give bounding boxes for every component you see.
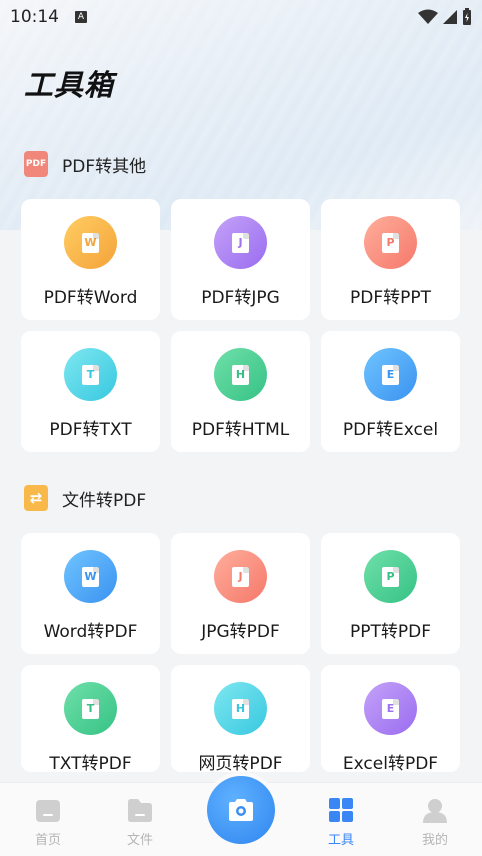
grid-icon bbox=[329, 798, 353, 822]
tool-card[interactable]: W PDF转Word bbox=[21, 199, 160, 320]
doc-letter: E bbox=[382, 364, 399, 385]
txt-doc-icon: T bbox=[64, 682, 117, 735]
tool-card[interactable]: T PDF转TXT bbox=[21, 331, 160, 452]
tool-card[interactable]: E PDF转Excel bbox=[321, 331, 460, 452]
tool-label: Excel转PDF bbox=[342, 754, 439, 774]
excel-doc-icon: E bbox=[364, 682, 417, 735]
tool-label: PDF转TXT bbox=[49, 420, 132, 440]
tool-card[interactable]: E Excel转PDF bbox=[321, 665, 460, 774]
tool-label: JPG转PDF bbox=[201, 622, 280, 642]
section-header-pdf-to-other: PDF PDF转其他 bbox=[24, 151, 146, 177]
tool-card[interactable]: W Word转PDF bbox=[21, 533, 160, 654]
tool-label: PDF转Word bbox=[43, 288, 138, 308]
tool-label: TXT转PDF bbox=[49, 754, 132, 774]
doc-letter: J bbox=[232, 232, 249, 253]
home-icon bbox=[36, 800, 60, 822]
tool-label: PPT转PDF bbox=[349, 622, 431, 642]
tab-tools[interactable]: 工具 bbox=[293, 783, 389, 856]
html-doc-icon: H bbox=[214, 348, 267, 401]
camera-icon bbox=[229, 799, 253, 821]
jpg-doc-icon: J bbox=[214, 550, 267, 603]
ppt-doc-icon: P bbox=[364, 550, 417, 603]
word-doc-icon: W bbox=[64, 216, 117, 269]
word-doc-icon: W bbox=[64, 550, 117, 603]
section-title: 文件转PDF bbox=[62, 490, 147, 511]
tool-card[interactable]: H 网页转PDF bbox=[171, 665, 310, 774]
camera-button[interactable] bbox=[207, 776, 275, 844]
pdf-icon-text: PDF bbox=[25, 159, 47, 169]
tool-label: PDF转HTML bbox=[191, 420, 290, 440]
tab-label: 文件 bbox=[126, 833, 153, 848]
wifi-icon bbox=[418, 9, 438, 24]
convert-file-icon: ⇄ bbox=[24, 485, 48, 511]
tool-card[interactable]: H PDF转HTML bbox=[171, 331, 310, 452]
tool-label: 网页转PDF bbox=[198, 754, 283, 774]
header-background bbox=[0, 0, 482, 230]
pdf-file-icon: PDF bbox=[24, 151, 48, 177]
convert-icon-glyph: ⇄ bbox=[29, 489, 43, 507]
status-time: 10:14 bbox=[10, 7, 59, 27]
tool-label: Word转PDF bbox=[43, 622, 138, 642]
battery-icon bbox=[463, 8, 471, 25]
tab-label: 工具 bbox=[327, 833, 354, 848]
folder-icon bbox=[128, 799, 152, 822]
tab-me[interactable]: 我的 bbox=[387, 783, 482, 856]
tool-card[interactable]: J PDF转JPG bbox=[171, 199, 310, 320]
doc-letter: P bbox=[382, 232, 399, 253]
status-bar: 10:14 A bbox=[0, 0, 482, 34]
tool-card[interactable]: P PPT转PDF bbox=[321, 533, 460, 654]
tab-label: 首页 bbox=[34, 833, 61, 848]
tool-card[interactable]: T TXT转PDF bbox=[21, 665, 160, 774]
tool-label: PDF转JPG bbox=[201, 288, 280, 308]
doc-letter: H bbox=[232, 364, 249, 385]
doc-letter: T bbox=[82, 698, 99, 719]
tool-label: PDF转Excel bbox=[342, 420, 439, 440]
user-icon bbox=[423, 799, 447, 823]
status-icons bbox=[418, 8, 472, 26]
tool-label: PDF转PPT bbox=[349, 288, 431, 308]
tab-label: 我的 bbox=[421, 833, 448, 848]
txt-doc-icon: T bbox=[64, 348, 117, 401]
section-header-file-to-pdf: ⇄ 文件转PDF bbox=[24, 485, 146, 511]
doc-letter: H bbox=[232, 698, 249, 719]
doc-letter: J bbox=[232, 566, 249, 587]
doc-letter: E bbox=[382, 698, 399, 719]
notification-a-icon: A bbox=[75, 11, 87, 23]
html-doc-icon: H bbox=[214, 682, 267, 735]
jpg-doc-icon: J bbox=[214, 216, 267, 269]
doc-letter: P bbox=[382, 566, 399, 587]
tool-card[interactable]: J JPG转PDF bbox=[171, 533, 310, 654]
doc-letter: W bbox=[82, 566, 99, 587]
doc-letter: W bbox=[82, 232, 99, 253]
page-title: 工具箱 bbox=[24, 68, 115, 102]
signal-icon bbox=[443, 10, 457, 24]
section-title: PDF转其他 bbox=[62, 156, 147, 177]
ppt-doc-icon: P bbox=[364, 216, 417, 269]
excel-doc-icon: E bbox=[364, 348, 417, 401]
tool-card[interactable]: P PDF转PPT bbox=[321, 199, 460, 320]
tab-home[interactable]: 首页 bbox=[0, 783, 96, 856]
tab-files[interactable]: 文件 bbox=[92, 783, 188, 856]
doc-letter: T bbox=[82, 364, 99, 385]
